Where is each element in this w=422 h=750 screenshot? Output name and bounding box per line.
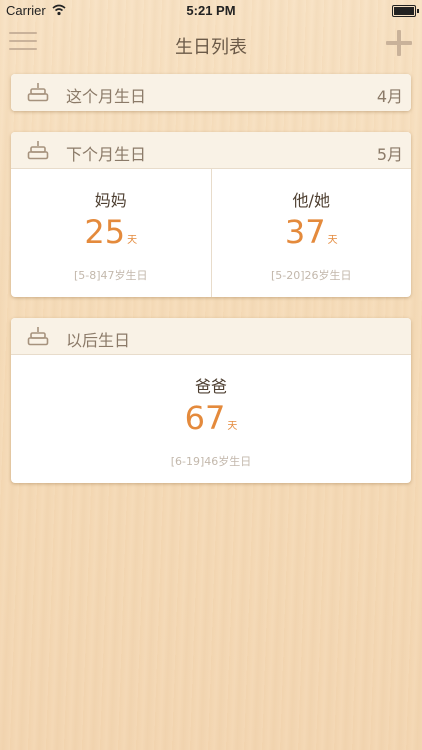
days-remaining: 67 天 xyxy=(11,399,411,437)
people-row: 爸爸 67 天 [6-19]46岁生日 xyxy=(11,355,411,483)
section-header[interactable]: 这个月生日 4月 xyxy=(11,74,411,111)
days-value: 25 xyxy=(84,213,126,251)
page-title: 生日列表 xyxy=(175,37,247,58)
add-birthday-button[interactable] xyxy=(386,30,412,56)
birthday-info: [5-20]26岁生日 xyxy=(270,269,352,282)
days-remaining: 25 天 xyxy=(11,213,211,251)
section-header[interactable]: 以后生日 xyxy=(11,318,411,355)
days-unit: 天 xyxy=(227,421,238,432)
section-month: 5月 xyxy=(376,145,403,164)
section-label: 下个月生日 xyxy=(66,145,147,164)
section-label: 这个月生日 xyxy=(66,87,147,106)
section-next-month: 下个月生日 5月 妈妈 25 天 [5-8]47岁生日 他/她 37 天 [5-20… xyxy=(11,132,411,297)
people-row: 妈妈 25 天 [5-8]47岁生日 他/她 37 天 [5-20]26岁生日 xyxy=(11,169,411,297)
cake-icon xyxy=(27,83,49,102)
section-label: 以后生日 xyxy=(66,331,131,350)
clock: 5:21 PM xyxy=(186,3,236,18)
section-header[interactable]: 下个月生日 5月 xyxy=(11,132,411,169)
birthday-info: [6-19]46岁生日 xyxy=(170,455,252,468)
person-name: 妈妈 xyxy=(94,191,127,210)
status-bar: Carrier 5:21 PM xyxy=(0,0,422,22)
person-card[interactable]: 妈妈 25 天 [5-8]47岁生日 xyxy=(11,169,211,297)
person-card[interactable]: 爸爸 67 天 [6-19]46岁生日 xyxy=(11,355,411,483)
cake-icon xyxy=(27,327,49,346)
days-value: 67 xyxy=(184,399,226,437)
section-month: 4月 xyxy=(376,87,403,106)
days-unit: 天 xyxy=(127,235,138,246)
cake-icon xyxy=(27,141,49,160)
nav-bar: 生日列表 xyxy=(0,22,422,66)
person-name: 爸爸 xyxy=(194,377,227,396)
person-card[interactable]: 他/她 37 天 [5-20]26岁生日 xyxy=(210,169,412,297)
battery-icon xyxy=(392,5,419,17)
days-remaining: 37 天 xyxy=(212,213,412,251)
person-name: 他/她 xyxy=(292,191,330,210)
birthday-info: [5-8]47岁生日 xyxy=(73,269,148,282)
section-this-month[interactable]: 这个月生日 4月 xyxy=(11,74,411,111)
section-later: 以后生日 爸爸 67 天 [6-19]46岁生日 xyxy=(11,318,411,483)
days-value: 37 xyxy=(284,213,326,251)
days-unit: 天 xyxy=(327,235,338,246)
